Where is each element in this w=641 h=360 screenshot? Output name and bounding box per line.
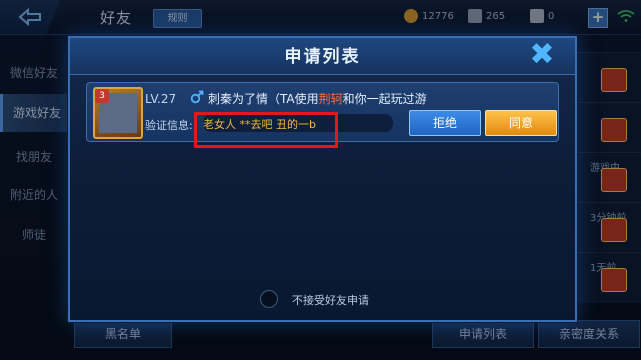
request-suffix: 和你一起玩过游: [342, 92, 427, 106]
verify-label: 验证信息:: [145, 119, 193, 132]
reject-all-label: 不接受好友申请: [292, 294, 369, 307]
highlight-box: [194, 112, 338, 148]
avatar[interactable]: 3: [93, 87, 143, 139]
request-list-dialog: 申请列表 ✖ 3 LV.27 刺秦为了情（TA使用荆轲和你一起玩过游 验证信息:…: [68, 36, 577, 322]
player-name: 刺秦为了情（TA使用: [208, 92, 319, 106]
close-icon[interactable]: ✖: [527, 40, 557, 70]
reject-button[interactable]: 拒绝: [409, 110, 481, 136]
hero-name: 荆轲: [318, 92, 343, 106]
dialog-title: 申请列表: [284, 47, 361, 67]
accept-button[interactable]: 同意: [485, 110, 557, 136]
rank-badge: 3: [95, 89, 109, 103]
male-icon: [190, 90, 204, 104]
player-level: LV.27: [145, 92, 177, 106]
reject-all-toggle-row: 不接受好友申请: [70, 288, 575, 310]
reject-all-radio[interactable]: [260, 290, 278, 308]
request-description: 刺秦为了情（TA使用荆轲和你一起玩过游: [208, 90, 427, 107]
dialog-header: 申请列表 ✖: [70, 38, 575, 75]
